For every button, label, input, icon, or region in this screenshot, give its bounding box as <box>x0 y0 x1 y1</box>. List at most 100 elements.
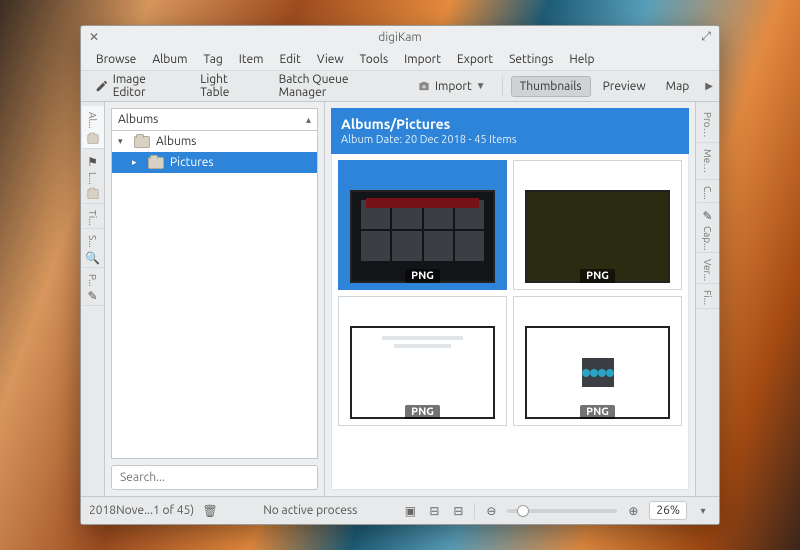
right-tab-properties[interactable]: Prope... <box>697 106 719 143</box>
album-subtitle: Album Date: 20 Dec 2018 - 45 Items <box>341 134 679 146</box>
thumbnail-item[interactable]: PNG <box>513 160 682 290</box>
format-badge: PNG <box>580 269 615 283</box>
menu-settings[interactable]: Settings <box>502 51 560 68</box>
left-tab-timeline[interactable]: Ti... <box>82 204 104 229</box>
menu-tools[interactable]: Tools <box>353 51 396 68</box>
menu-browse[interactable]: Browse <box>89 51 143 68</box>
pick-label-icon[interactable]: ⊟ <box>450 503 466 519</box>
map-view-button[interactable]: Map <box>658 77 698 96</box>
rating-icon[interactable]: ⊟ <box>426 503 442 519</box>
menu-view[interactable]: View <box>310 51 351 68</box>
search-input[interactable] <box>111 465 318 490</box>
image-editor-button[interactable]: Image Editor <box>87 70 188 102</box>
menu-edit[interactable]: Edit <box>273 51 308 68</box>
body: Al... ⚑ L... Ti... S... 🔍 P... ✎ Alb <box>81 102 719 496</box>
zoom-value-box[interactable]: 26% <box>649 501 687 520</box>
right-tab-colors[interactable]: C... <box>697 180 719 203</box>
import-label: Import <box>435 80 472 93</box>
menubar: Browse Album Tag Item Edit View Tools Im… <box>81 48 719 70</box>
batch-queue-label: Batch Queue Manager <box>279 73 397 99</box>
left-tab-label: S... <box>87 235 98 248</box>
right-tab-label: C... <box>702 186 713 200</box>
left-tab-labels[interactable]: ⚑ L... <box>82 149 104 205</box>
right-tab-filters[interactable]: Fi... <box>697 284 719 308</box>
thumbnails-label: Thumbnails <box>520 80 582 93</box>
thumbnails-view-button[interactable]: Thumbnails <box>511 76 591 97</box>
sort-icon: ▴ <box>306 114 311 126</box>
album-tree: ▾ Albums ▸ Pictures <box>111 130 318 459</box>
tree-row-label: Pictures <box>170 156 214 169</box>
thumbnail-item[interactable]: PNG <box>338 160 507 290</box>
preview-label: Preview <box>603 80 646 93</box>
light-table-button[interactable]: Light Table <box>192 70 266 102</box>
right-tab-versions[interactable]: Ver... <box>697 253 719 284</box>
right-sidebar-tabs: Prope... Meta... C... ✎ Cap... Ver... Fi… <box>695 102 719 496</box>
right-tab-label: Meta... <box>702 149 713 177</box>
maximize-button[interactable]: ⤢ <box>699 30 713 44</box>
trash-icon[interactable]: 🗑 <box>202 503 218 519</box>
thumbnail-item[interactable]: PNG <box>338 296 507 426</box>
right-tab-label: Cap... <box>702 226 713 250</box>
titlebar: ✕ digiKam ⤢ <box>81 26 719 48</box>
right-tab-label: Prope... <box>702 112 713 140</box>
close-button[interactable]: ✕ <box>87 30 101 44</box>
left-tab-albums[interactable]: Al... <box>82 106 104 149</box>
menu-album[interactable]: Album <box>145 51 194 68</box>
thumbnail-grid[interactable]: PNG PNG PNG <box>331 154 689 490</box>
left-tab-search[interactable]: S... 🔍 <box>82 229 104 268</box>
statusbar-separator <box>474 503 475 519</box>
image-editor-label: Image Editor <box>113 73 180 99</box>
pencil-icon: ✎ <box>701 209 715 223</box>
toolbar-overflow-icon[interactable]: ▶ <box>705 80 713 92</box>
left-tab-people[interactable]: P... ✎ <box>82 268 104 307</box>
tree-header[interactable]: Albums ▴ <box>111 108 318 130</box>
menu-tag[interactable]: Tag <box>197 51 230 68</box>
menu-import[interactable]: Import <box>397 51 448 68</box>
right-tab-metadata[interactable]: Meta... <box>697 143 719 180</box>
left-tab-label: P... <box>87 274 98 287</box>
light-table-label: Light Table <box>200 73 258 99</box>
folder-icon <box>134 136 150 148</box>
preview-view-button[interactable]: Preview <box>595 77 654 96</box>
import-dropdown[interactable]: Import ▼ <box>409 76 494 96</box>
folder-icon <box>86 132 100 146</box>
thumbnail-item[interactable]: PNG <box>513 296 682 426</box>
pencil-icon: ✎ <box>86 289 100 303</box>
zoom-value: 26% <box>656 504 680 517</box>
tree-row-label: Albums <box>156 135 196 148</box>
zoom-100-icon[interactable]: ⊕ <box>625 503 641 519</box>
batch-queue-button[interactable]: Batch Queue Manager <box>271 70 405 102</box>
format-badge: PNG <box>405 269 440 283</box>
expand-arrow-icon[interactable]: ▸ <box>132 157 142 168</box>
chevron-down-icon: ▼ <box>476 80 486 92</box>
menu-export[interactable]: Export <box>450 51 500 68</box>
right-tab-label: Ver... <box>702 259 713 281</box>
search-wrap <box>111 465 318 490</box>
color-label-icon[interactable]: ▣ <box>402 503 418 519</box>
status-filename: 2018Nove...1 of 45) <box>89 504 194 517</box>
right-tab-captions[interactable]: ✎ Cap... <box>697 203 719 253</box>
zoom-to-fit-icon[interactable]: ⊖ <box>483 503 499 519</box>
format-badge: PNG <box>580 405 615 419</box>
search-icon: 🔍 <box>86 251 100 265</box>
folder-icon <box>148 157 164 169</box>
left-sidebar-tabs: Al... ⚑ L... Ti... S... 🔍 P... ✎ <box>81 102 105 496</box>
left-tab-label: Al... <box>87 112 98 129</box>
album-path: Albums/Pictures <box>341 116 679 132</box>
zoom-dropdown-icon[interactable]: ▾ <box>695 503 711 519</box>
album-header: Albums/Pictures Album Date: 20 Dec 2018 … <box>331 108 689 154</box>
tree-row-root[interactable]: ▾ Albums <box>112 131 317 152</box>
zoom-slider-knob[interactable] <box>517 505 529 517</box>
main-pane: Albums/Pictures Album Date: 20 Dec 2018 … <box>325 102 695 496</box>
zoom-slider[interactable] <box>507 509 617 513</box>
window-title: digiKam <box>101 31 699 44</box>
expand-arrow-icon[interactable]: ▾ <box>118 136 128 147</box>
left-tab-label: L... <box>87 172 98 185</box>
menu-item[interactable]: Item <box>232 51 271 68</box>
tree-header-label: Albums <box>118 113 158 126</box>
menu-help[interactable]: Help <box>562 51 601 68</box>
toolbar: Image Editor Light Table Batch Queue Man… <box>81 70 719 102</box>
tree-row-pictures[interactable]: ▸ Pictures <box>112 152 317 173</box>
statusbar: 2018Nove...1 of 45) 🗑 No active process … <box>81 496 719 524</box>
folder-icon <box>86 187 100 201</box>
